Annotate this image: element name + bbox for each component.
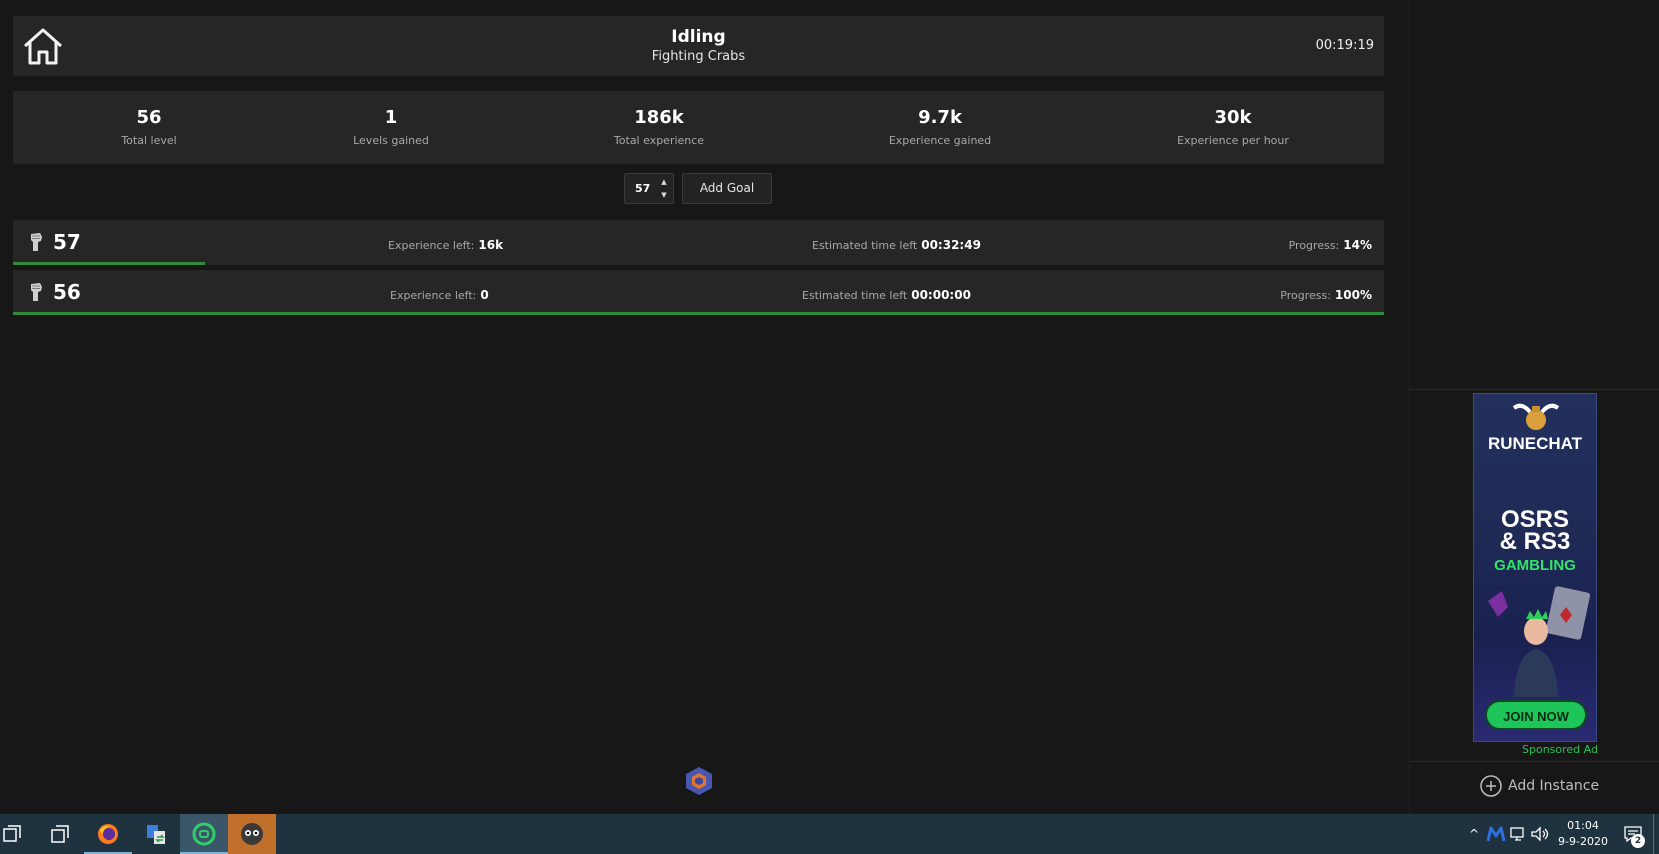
stat-value: 9.7k [918, 107, 962, 128]
goal-level: 57 [53, 230, 81, 254]
stat-total-level: 56 Total level [19, 107, 279, 147]
taskbar-osrs-client[interactable] [228, 814, 276, 854]
stat-label: Total experience [613, 134, 705, 147]
action-center-button[interactable]: 2 [1613, 814, 1653, 854]
activity-subtitle: Fighting Crabs [651, 49, 746, 64]
windows-stack-icon [51, 825, 69, 843]
ad-headline: OSRS & RS3 [1474, 508, 1596, 555]
firefox-icon [98, 824, 118, 844]
fist-icon [31, 233, 42, 251]
progress-label: Progress: [1288, 239, 1340, 252]
system-tray: ^ 01:04 9-9-2020 2 [1463, 814, 1659, 854]
show-desktop-button[interactable] [1653, 814, 1659, 854]
windows-taskbar: ^ 01:04 9-9-2020 2 [0, 814, 1659, 854]
add-instance-button[interactable]: Add Instance [1480, 775, 1599, 797]
goal-progress: Progress: 14% [1289, 234, 1372, 253]
experience-left-label: Experience left: [388, 239, 475, 252]
taskbar-firefox[interactable] [84, 814, 132, 854]
experience-left-value: 16k [478, 238, 504, 252]
ad-join-button[interactable]: JOIN NOW [1485, 700, 1587, 730]
stat-value: 186k [634, 107, 684, 128]
session-header: Idling Fighting Crabs 00:19:19 [13, 16, 1384, 76]
goal-level-value[interactable]: 57 [635, 182, 650, 195]
stepper-up-icon[interactable]: ▲ [659, 177, 669, 187]
task-view-icon [3, 825, 21, 842]
sponsored-label: Sponsored Ad [1522, 743, 1598, 756]
goal-row: 57 Experience left: 16k Estimated time le… [13, 220, 1384, 265]
taskbar-task-view[interactable] [0, 814, 24, 854]
osrs-client-icon [241, 823, 263, 845]
progress-value: 100% [1334, 288, 1372, 302]
ad-headline-line2: & RS3 [1499, 528, 1571, 555]
volume-icon[interactable] [1529, 825, 1553, 843]
sidebar: RUNECHAT OSRS & RS3 GAMBLING JOIN NOW Spo… [1409, 0, 1659, 814]
malwarebytes-icon[interactable] [1485, 825, 1507, 843]
estimated-time-left: Estimated time left 00:00:00 [802, 284, 971, 303]
progress-fill [13, 262, 205, 265]
system-clock[interactable]: 01:04 9-9-2020 [1553, 818, 1613, 850]
experience-left: Experience left: 16k [388, 234, 503, 253]
money-bag-icon [1512, 403, 1560, 430]
stat-label: Experience gained [888, 134, 992, 147]
stat-label: Experience per hour [1177, 134, 1289, 147]
stepper-down-icon[interactable]: ▼ [659, 190, 669, 200]
goal-level-stepper[interactable]: 57 ▲ ▼ [624, 173, 674, 204]
stat-label: Total level [121, 134, 177, 147]
stat-label: Levels gained [353, 134, 429, 147]
stat-value: 1 [384, 107, 398, 128]
stat-experience-gained: 9.7k Experience gained [810, 107, 1070, 147]
stats-panel: 56 Total level 1 Levels gained 186k Tota… [13, 91, 1384, 164]
estimated-time-label: Estimated time left [802, 289, 908, 302]
goal-level: 56 [53, 280, 81, 304]
progress-label: Progress: [1280, 289, 1331, 302]
goal-row: 56 Experience left: 0 Estimated time left… [13, 270, 1384, 315]
clock-time: 01:04 [1567, 819, 1599, 832]
ad-tagline: GAMBLING [1494, 557, 1576, 574]
taskbar-window-switcher[interactable] [36, 814, 84, 854]
notification-count: 2 [1631, 834, 1645, 848]
experience-left-value: 0 [480, 288, 489, 302]
taskbar-runelite-client[interactable] [180, 814, 228, 854]
file-transfer-icon [147, 825, 165, 844]
stat-value: 56 [136, 107, 162, 128]
stat-levels-gained: 1 Levels gained [261, 107, 521, 147]
taskbar-file-transfer[interactable] [132, 814, 180, 854]
runelite-icon [192, 822, 216, 846]
sidebar-divider [1410, 389, 1659, 390]
estimated-time-left: Estimated time left 00:32:49 [812, 234, 981, 253]
progress-track [13, 312, 1384, 315]
sidebar-divider [1410, 761, 1659, 762]
sponsored-ad-banner[interactable]: RUNECHAT OSRS & RS3 GAMBLING JOIN NOW [1473, 393, 1597, 742]
experience-left: Experience left: 0 [390, 284, 489, 303]
loading-hexagon-icon [686, 767, 712, 795]
add-goal-button[interactable]: Add Goal [682, 173, 772, 204]
network-icon[interactable] [1507, 825, 1529, 843]
estimated-time-label: Estimated time left [812, 239, 918, 252]
add-instance-label: Add Instance [1508, 778, 1600, 794]
stat-experience-per-hour: 30k Experience per hour [1103, 107, 1363, 147]
progress-value: 14% [1343, 238, 1372, 252]
plus-circle-icon [1480, 775, 1502, 797]
experience-left-label: Experience left: [390, 289, 477, 302]
progress-fill [13, 312, 1384, 315]
ad-artwork [1488, 586, 1591, 697]
estimated-time-value: 00:32:49 [921, 238, 981, 252]
stat-total-experience: 186k Total experience [529, 107, 789, 147]
activity-title: Idling [671, 27, 726, 47]
clock-date: 9-9-2020 [1558, 835, 1608, 848]
app-main: Idling Fighting Crabs 00:19:19 56 Total … [0, 0, 1408, 814]
ad-brand: RUNECHAT [1487, 434, 1583, 453]
chevron-up-icon[interactable]: ^ [1463, 827, 1485, 841]
stat-value: 30k [1214, 107, 1252, 128]
estimated-time-value: 00:00:00 [911, 288, 971, 302]
session-timer: 00:19:19 [1315, 38, 1374, 53]
progress-track [13, 262, 1384, 265]
goal-progress: Progress: 100% [1280, 284, 1372, 303]
fist-icon [31, 283, 42, 301]
